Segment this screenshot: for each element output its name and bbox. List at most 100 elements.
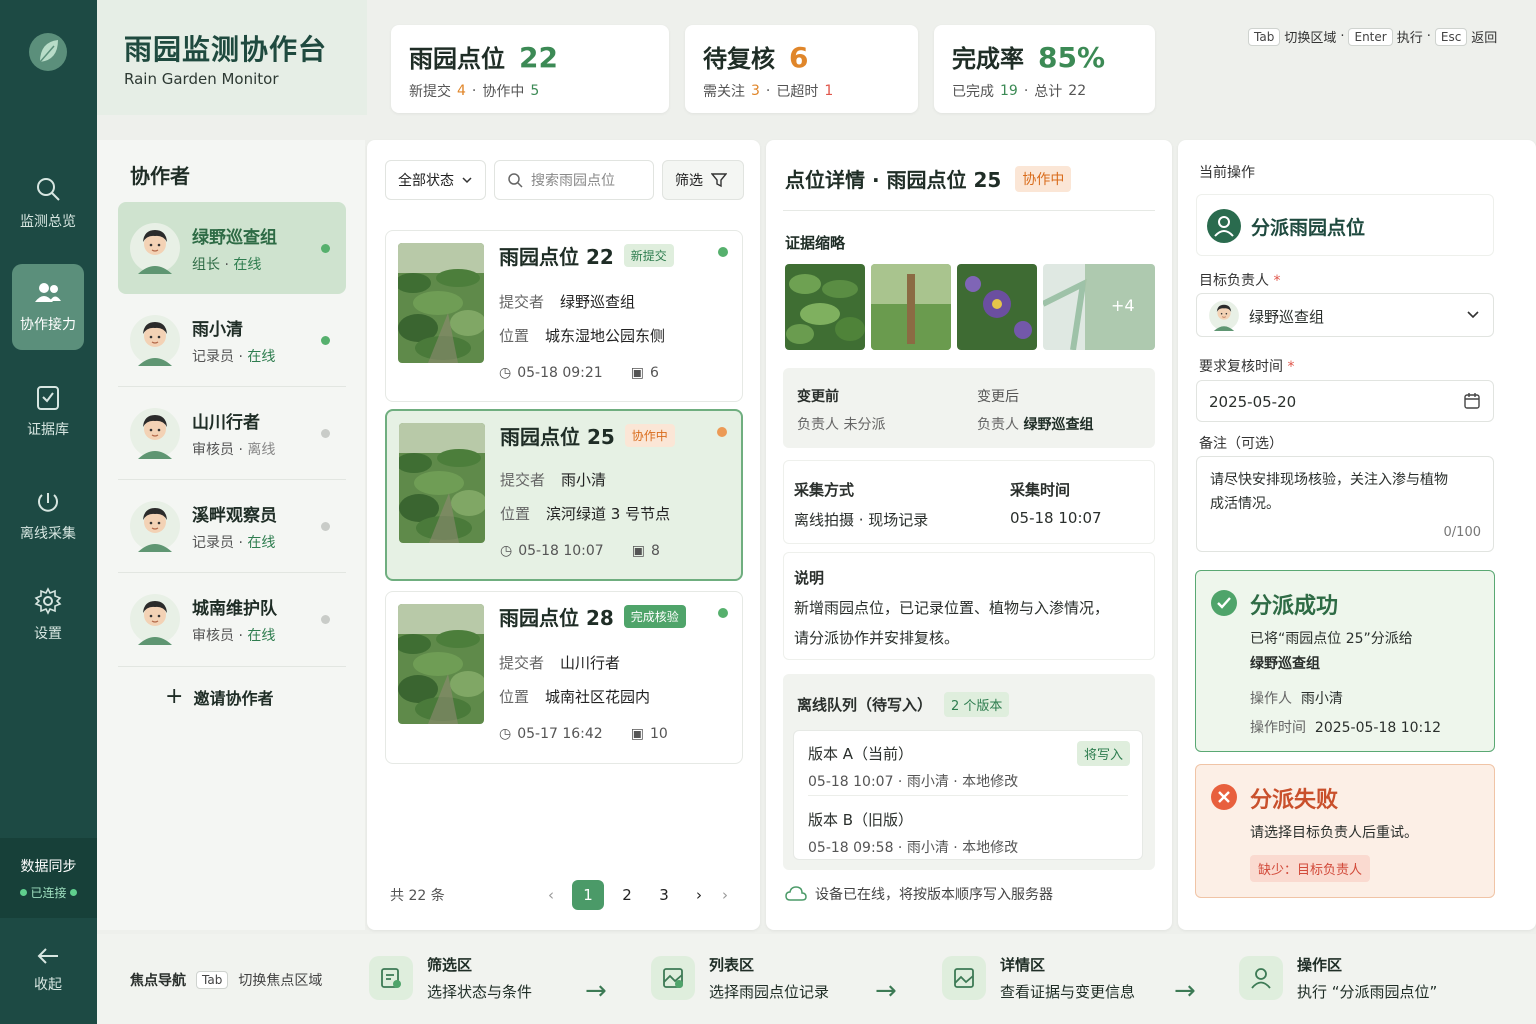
page-button[interactable]: 1: [572, 880, 604, 910]
focus-navigation-bar: 焦点导航 Tab 切换焦点区域 筛选区 选择状态与条件 → 列表区 选择雨园点位记录…: [97, 934, 1536, 1024]
success-assignee: 绿野巡查组: [1250, 656, 1320, 672]
focus-step-detail[interactable]: 详情区 查看证据与变更信息: [942, 954, 1135, 1002]
nav-label: 离线采集: [20, 526, 76, 542]
nav-collaboration[interactable]: 协作接力: [12, 264, 84, 350]
collaborator-item[interactable]: 雨小清 记录员 · 在线: [118, 294, 346, 386]
image-icon: ▣: [630, 365, 644, 381]
collapse-label: 收起: [34, 977, 62, 993]
leaf-logo-icon: [28, 30, 68, 74]
collaborator-item[interactable]: 溪畔观察员 记录员 · 在线: [118, 480, 346, 572]
evidence-thumbnail[interactable]: [785, 264, 865, 350]
stat-title: 待复核: [703, 45, 775, 73]
focus-step-list[interactable]: 列表区 选择雨园点位记录: [651, 954, 829, 1002]
evidence-thumbnail-more[interactable]: +4: [1043, 264, 1155, 350]
detail-title: 点位详情 · 雨园点位 25: [785, 168, 1002, 192]
point-list-item-selected[interactable]: 雨园点位 25 协作中 提交者 雨小清 位置 滨河绿道 3 号节点 ◷ 05-18 10…: [385, 409, 743, 581]
operation-panel: 当前操作 分派雨园点位 目标负责人 * 绿野巡查组 要求复核时间 * 2025-…: [1178, 140, 1536, 930]
calendar-icon: [1463, 392, 1481, 410]
nav-evidence[interactable]: 证据库: [12, 368, 84, 454]
status-dot: [717, 427, 727, 437]
time-value: 05-18 10:07: [1010, 509, 1102, 527]
plus-icon: +: [165, 684, 184, 709]
location: 滨河绿道 3 号节点: [546, 505, 671, 523]
prev-page-button[interactable]: ‹: [535, 880, 567, 910]
collaborator-role: 审核员 · 离线: [192, 442, 276, 458]
collaborator-name: 城南维护队: [192, 599, 277, 619]
focus-step-operation[interactable]: 操作区 执行 “分派雨园点位”: [1239, 954, 1437, 1002]
will-write-badge: 将写入: [1076, 741, 1130, 766]
before-label: 变更前: [797, 389, 839, 405]
desc-text: 新增雨园点位，已记录位置、植物与入渗情况，: [794, 599, 1110, 617]
collapse-button[interactable]: 收起: [12, 928, 84, 1012]
point-list-item[interactable]: 雨园点位 28 完成核验 提交者 山川行者 位置 城南社区花园内 ◷ 05-17 16:…: [385, 591, 743, 764]
search-icon: [34, 175, 62, 203]
status-badge: 协作中: [624, 424, 675, 447]
nav-monitor-overview[interactable]: 监测总览: [12, 160, 84, 246]
point-list-item[interactable]: 雨园点位 22 新提交 提交者 绿野巡查组 位置 城东湿地公园东侧 ◷ 05-18 09…: [385, 230, 743, 402]
char-count: 0/100: [1443, 525, 1481, 540]
clock-icon: ◷: [499, 365, 512, 381]
stat-value: 22: [519, 41, 558, 74]
arrow-left-icon: [36, 946, 60, 966]
last-page-button[interactable]: ›: [709, 880, 741, 910]
user-icon: [1207, 209, 1241, 243]
avatar: [1209, 300, 1239, 331]
location: 城东湿地公园东侧: [545, 327, 666, 345]
method-label: 采集方式: [794, 481, 855, 499]
collaborator-name: 绿野巡查组: [192, 228, 277, 248]
missing-field-badge: 缺少：目标负责人: [1250, 855, 1371, 882]
page-button[interactable]: 3: [648, 880, 680, 910]
nav-settings[interactable]: 设置: [12, 572, 84, 658]
page-button[interactable]: 2: [611, 880, 643, 910]
filter-button[interactable]: 筛选: [662, 160, 744, 200]
tab-key: Tab: [196, 971, 229, 989]
stat-card-review: 待复核 6 需关注 3 · 已超时 1: [685, 25, 918, 113]
point-photo: [398, 243, 484, 363]
note-textarea[interactable]: 请尽快安排现场核验，关注入渗与植物 成活情况。 0/100: [1196, 456, 1494, 552]
evidence-section-title: 证据缩略: [785, 234, 846, 252]
point-title: 雨园点位 25: [500, 425, 615, 449]
version-meta: 05-18 09:58 · 雨小清 · 本地修改: [808, 840, 1019, 856]
total-count: 共 22 条: [390, 888, 445, 904]
success-title: 分派成功: [1250, 594, 1339, 619]
error-circle-icon: [1210, 783, 1238, 811]
filter-label: 筛选: [675, 173, 703, 189]
collection-info: 采集方式 离线拍摄 · 现场记录 采集时间 05-18 10:07: [783, 460, 1155, 544]
collaborator-item[interactable]: 绿野巡查组 组长 · 在线: [118, 202, 346, 294]
sync-connected: 已连接: [20, 884, 77, 901]
users-icon: [33, 280, 63, 306]
current-action: 分派雨园点位: [1196, 194, 1494, 256]
version-meta: 05-18 10:07 · 雨小清 · 本地修改: [808, 774, 1019, 790]
status-dot: [718, 608, 728, 618]
status-badge: 协作中: [1015, 165, 1072, 192]
desc-text: 请分派协作并安排复核。: [794, 629, 960, 647]
review-date-input[interactable]: 2025-05-20: [1196, 380, 1494, 422]
evidence-thumbnail[interactable]: [871, 264, 951, 350]
divider: [808, 795, 1128, 796]
collaborator-item[interactable]: 城南维护队 审核员 · 在线: [118, 573, 346, 665]
cloud-icon: [785, 886, 807, 902]
data-sync-status: 数据同步 已连接: [0, 838, 97, 918]
desc-label: 说明: [794, 569, 825, 587]
after-value: 绿野巡查组: [1023, 417, 1094, 433]
note-text: 成活情况。: [1210, 496, 1280, 512]
nav-offline[interactable]: 离线采集: [12, 472, 84, 558]
status-dot: [321, 615, 330, 624]
evidence-thumbnail[interactable]: [957, 264, 1037, 350]
stat-title: 完成率: [952, 45, 1024, 73]
collaborator-name: 山川行者: [192, 413, 260, 433]
offline-icon: [35, 487, 61, 515]
collaborator-item[interactable]: 山川行者 审核员 · 离线: [118, 387, 346, 479]
status-select-value: 全部状态: [398, 173, 454, 189]
search-input[interactable]: 搜索雨园点位: [494, 160, 654, 200]
assignee-select[interactable]: 绿野巡查组: [1196, 293, 1494, 337]
clipboard-icon: [35, 383, 61, 411]
point-title: 雨园点位 22: [499, 245, 614, 269]
gear-icon: [34, 587, 62, 615]
nav-label: 设置: [34, 626, 62, 642]
status-select[interactable]: 全部状态: [385, 160, 486, 200]
after-label: 变更后: [977, 389, 1019, 405]
invite-collaborator-button[interactable]: + 邀请协作者: [165, 684, 273, 709]
focus-step-filter[interactable]: 筛选区 选择状态与条件: [369, 954, 532, 1002]
avatar: [130, 593, 180, 645]
